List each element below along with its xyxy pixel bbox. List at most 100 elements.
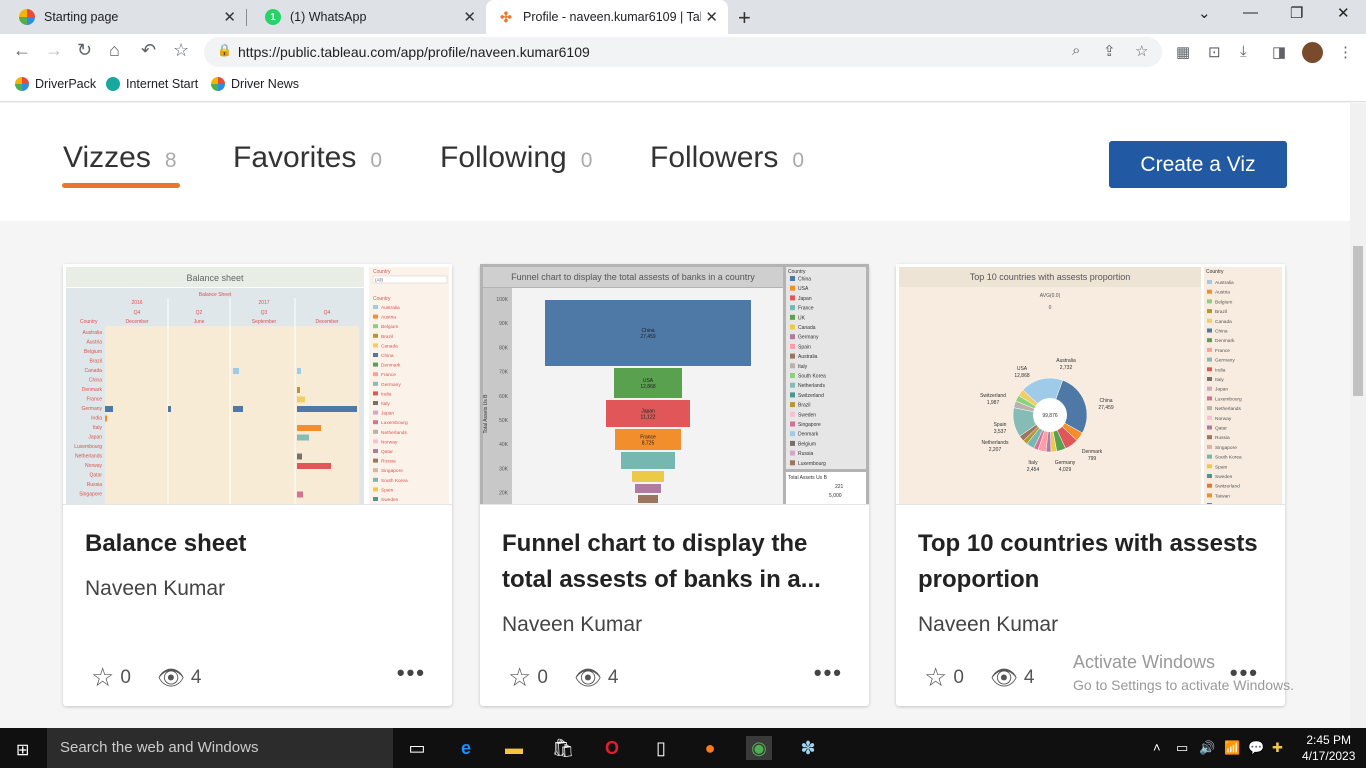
forward-icon[interactable]: → bbox=[45, 40, 63, 61]
crop-icon[interactable]: ⊡ bbox=[1208, 43, 1221, 61]
store-icon[interactable]: 🛍 bbox=[550, 736, 576, 760]
legend-swatch bbox=[373, 343, 378, 348]
legend-swatch bbox=[373, 420, 378, 425]
tab-following[interactable]: Following 0 bbox=[440, 141, 592, 175]
new-tab-button[interactable]: + bbox=[738, 5, 751, 31]
viz-card[interactable]: Top 10 countries with assests proportion… bbox=[896, 264, 1285, 706]
thumb-size-min: 221 bbox=[835, 484, 844, 490]
watermark-line1: Activate Windows bbox=[1073, 652, 1216, 672]
volume-icon[interactable]: 🔊 bbox=[1199, 740, 1215, 756]
legend-swatch bbox=[790, 450, 795, 456]
notification-icon[interactable]: 💬 bbox=[1248, 740, 1264, 756]
funnel-segment bbox=[638, 495, 658, 503]
legend-label: Sweden bbox=[798, 412, 816, 418]
thumb-size-max: 5,000 bbox=[829, 493, 842, 499]
viz-thumbnail[interactable]: Balance sheet Balance Sheet 2016 2017 Q4 Q2… bbox=[63, 264, 452, 505]
task-view-icon[interactable]: ▭ bbox=[404, 736, 430, 760]
bookmark-icon[interactable]: ☆ bbox=[1135, 42, 1148, 60]
legend-swatch bbox=[790, 276, 795, 281]
more-options-button[interactable]: ••• bbox=[397, 660, 426, 686]
favorite-star-icon[interactable]: ☆ bbox=[508, 662, 531, 693]
tab-whatsapp[interactable]: 1 (1) WhatsApp ✕ bbox=[246, 0, 486, 34]
viz-card[interactable]: Funnel chart to display the total assest… bbox=[480, 264, 869, 706]
file-explorer-icon[interactable]: ▬ bbox=[501, 736, 527, 760]
battery-icon[interactable]: ▭ bbox=[1176, 740, 1188, 756]
favorite-star-icon[interactable]: ☆ bbox=[91, 662, 114, 693]
legend-swatch bbox=[373, 468, 378, 473]
zoom-icon[interactable]: ⌕ bbox=[1072, 42, 1080, 59]
wifi-icon[interactable]: 📶 bbox=[1224, 740, 1240, 756]
bookmark-star-icon[interactable]: ☆ bbox=[173, 40, 189, 61]
side-panel-icon[interactable]: ◨ bbox=[1272, 43, 1286, 61]
thumb-legend-title: Country bbox=[373, 296, 391, 302]
browser-toolbar: ← → ↻ ⌂ ↶ ☆ 🔒 https://public.tableau.com… bbox=[0, 34, 1366, 70]
minimize-icon[interactable]: — bbox=[1243, 4, 1258, 21]
firefox-icon[interactable]: ● bbox=[697, 736, 723, 760]
viz-author[interactable]: Naveen Kumar bbox=[918, 613, 1058, 637]
bookmark-driverpack[interactable]: DriverPack bbox=[15, 77, 96, 91]
viz-title[interactable]: Balance sheet bbox=[85, 526, 425, 562]
tab-search-chevron-icon[interactable]: ⌄ bbox=[1198, 4, 1211, 22]
legend-swatch bbox=[1207, 444, 1212, 449]
page-scrollbar[interactable] bbox=[1350, 103, 1366, 728]
download-icon[interactable]: ⤓ bbox=[1240, 43, 1247, 60]
search-globe-icon bbox=[106, 77, 120, 91]
viz-author[interactable]: Naveen Kumar bbox=[85, 577, 225, 601]
thumb-title: Funnel chart to display the total assest… bbox=[511, 272, 755, 282]
tab-followers[interactable]: Followers 0 bbox=[650, 141, 804, 175]
undo-icon[interactable]: ↶ bbox=[141, 40, 156, 61]
driverpack-tray-icon[interactable]: ✚ bbox=[1272, 740, 1283, 756]
close-tab-icon[interactable]: ✕ bbox=[223, 8, 236, 26]
viz-card[interactable]: Balance sheet Balance Sheet 2016 2017 Q4 Q2… bbox=[63, 264, 452, 706]
tab-starting-page[interactable]: Starting page ✕ bbox=[0, 0, 246, 34]
edge-icon[interactable]: e bbox=[453, 736, 479, 760]
year-label: 2016 bbox=[131, 300, 142, 306]
opera-icon[interactable]: O bbox=[599, 736, 625, 760]
thumb-subtitle: Balance Sheet bbox=[199, 292, 232, 298]
tab-tableau-profile[interactable]: ✣ Profile - naveen.kumar6109 | Tab ✕ bbox=[486, 0, 728, 34]
share-icon[interactable]: ⇪ bbox=[1103, 42, 1116, 60]
tab-favorites[interactable]: Favorites 0 bbox=[233, 141, 382, 175]
tray-chevron-icon[interactable]: ˄ bbox=[1153, 740, 1161, 755]
snipping-tool-icon[interactable]: ✽ bbox=[795, 736, 821, 760]
legend-label: India bbox=[1215, 367, 1226, 373]
viz-thumbnail[interactable]: Funnel chart to display the total assest… bbox=[480, 264, 869, 505]
scrollbar-thumb[interactable] bbox=[1353, 246, 1363, 396]
notepad-icon[interactable]: ▯ bbox=[648, 736, 674, 760]
viz-author[interactable]: Naveen Kumar bbox=[502, 613, 642, 637]
close-tab-icon[interactable]: ✕ bbox=[463, 8, 476, 26]
menu-icon[interactable]: ⋮ bbox=[1338, 43, 1353, 61]
address-bar[interactable]: 🔒 https://public.tableau.com/app/profile… bbox=[204, 37, 1162, 67]
viz-thumbnail[interactable]: Top 10 countries with assests proportion… bbox=[896, 264, 1285, 505]
chrome-icon[interactable]: ◉ bbox=[746, 736, 772, 760]
more-options-button[interactable]: ••• bbox=[814, 660, 843, 686]
bar bbox=[297, 425, 321, 431]
tab-vizzes[interactable]: Vizzes 8 bbox=[63, 141, 177, 175]
home-icon[interactable]: ⌂ bbox=[109, 40, 120, 61]
month-label: September bbox=[252, 319, 277, 325]
bookmark-internet-start[interactable]: Internet Start bbox=[106, 77, 198, 91]
extensions-icon[interactable]: ▦ bbox=[1176, 43, 1190, 61]
legend-label: Australia bbox=[798, 354, 818, 360]
taskbar-search-box[interactable]: Search the web and Windows bbox=[47, 728, 393, 768]
pie-label-value: 27,459 bbox=[1098, 405, 1114, 411]
favorite-star-icon[interactable]: ☆ bbox=[924, 662, 947, 693]
back-icon[interactable]: ← bbox=[13, 40, 31, 61]
legend-label: Qatar bbox=[381, 449, 393, 455]
close-tab-icon[interactable]: ✕ bbox=[705, 8, 718, 26]
viz-title[interactable]: Top 10 countries with assests proportion bbox=[918, 526, 1258, 598]
reload-icon[interactable]: ↻ bbox=[77, 40, 92, 61]
legend-label: Sweden bbox=[381, 497, 399, 503]
profile-avatar[interactable] bbox=[1302, 42, 1323, 63]
windows-start-icon[interactable]: ⊞ bbox=[16, 740, 29, 760]
pie-thumbnail: Top 10 countries with assests proportion… bbox=[896, 264, 1285, 504]
create-viz-button[interactable]: Create a Viz bbox=[1109, 141, 1287, 188]
close-window-icon[interactable]: ✕ bbox=[1337, 4, 1350, 22]
maximize-icon[interactable]: ❐ bbox=[1290, 4, 1303, 22]
legend-label: Austria bbox=[1215, 290, 1230, 296]
url-text[interactable]: https://public.tableau.com/app/profile/n… bbox=[238, 44, 590, 60]
system-clock[interactable]: 2:45 PM 4/17/2023 bbox=[1302, 732, 1355, 764]
country-label: Australia bbox=[83, 330, 103, 336]
bookmark-driver-news[interactable]: Driver News bbox=[211, 77, 299, 91]
viz-title[interactable]: Funnel chart to display the total assest… bbox=[502, 526, 842, 598]
